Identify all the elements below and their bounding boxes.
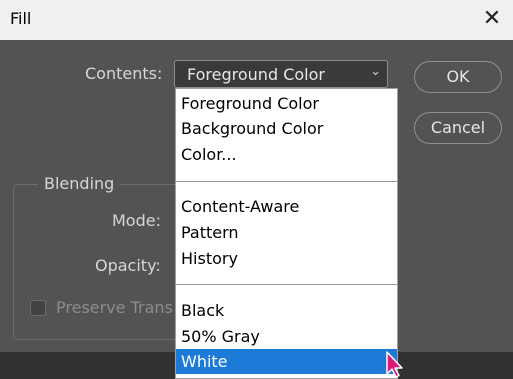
contents-dropdown-list: Foreground Color Background Color Color.… <box>175 88 398 379</box>
preserve-transparency-label: Preserve Trans <box>56 298 173 317</box>
contents-select-value: Foreground Color <box>187 65 325 84</box>
option-foreground-color[interactable]: Foreground Color <box>176 91 397 116</box>
mouse-cursor-icon <box>386 351 403 378</box>
separator <box>176 181 397 182</box>
mode-label: Mode: <box>112 211 161 230</box>
chevron-down-icon: ⌄ <box>370 64 381 79</box>
option-pattern[interactable]: Pattern <box>176 220 397 245</box>
title-bar: Fill ✕ <box>0 0 513 40</box>
option-background-color[interactable]: Background Color <box>176 116 397 141</box>
preserve-transparency-checkbox[interactable] <box>30 300 46 316</box>
blending-group-title: Blending <box>38 174 121 193</box>
option-content-aware[interactable]: Content-Aware <box>176 194 397 219</box>
contents-select[interactable]: Foreground Color ⌄ <box>174 60 388 88</box>
close-icon[interactable]: ✕ <box>479 6 505 32</box>
separator <box>176 284 397 285</box>
window-title: Fill <box>10 9 32 28</box>
option-history[interactable]: History <box>176 246 397 271</box>
option-black[interactable]: Black <box>176 298 397 323</box>
option-white[interactable]: White <box>176 349 397 374</box>
contents-label: Contents: <box>85 64 163 83</box>
cancel-button[interactable]: Cancel <box>414 112 502 144</box>
opacity-label: Opacity: <box>95 256 161 275</box>
ok-button[interactable]: OK <box>414 61 502 93</box>
option-color[interactable]: Color... <box>176 142 397 167</box>
option-50-gray[interactable]: 50% Gray <box>176 324 397 349</box>
